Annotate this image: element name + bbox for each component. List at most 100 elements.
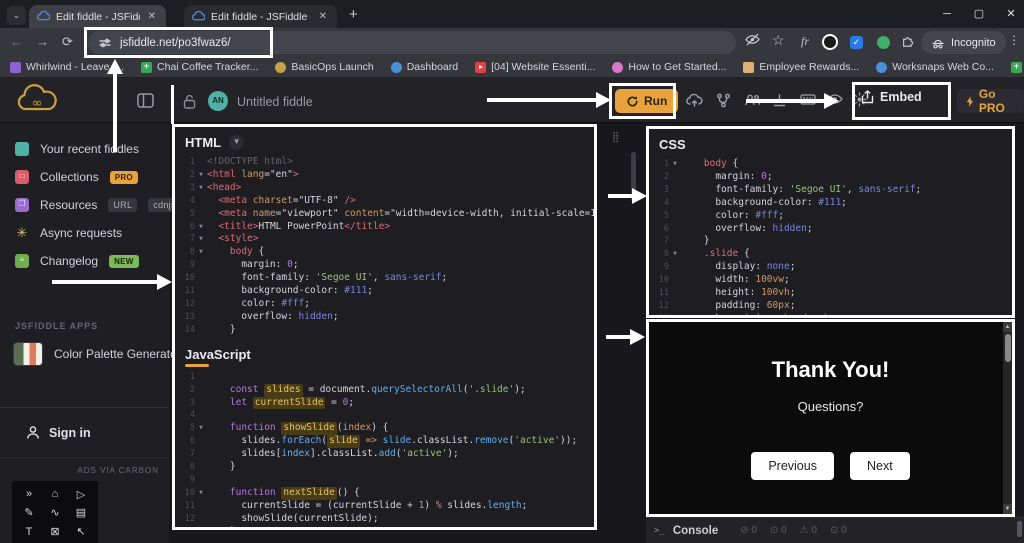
code-line[interactable]: 2 margin: 0; [649, 171, 1012, 184]
carbon-ad[interactable]: »⌂▷✎∿▤T⊠↖ [12, 481, 98, 543]
window-minimize-button[interactable]: ─ [932, 0, 962, 28]
extension-green-icon[interactable] [877, 36, 890, 49]
code-line[interactable]: 10 width: 100vw; [649, 274, 1012, 287]
url-text[interactable]: jsfiddle.net/po3fwaz6/ [120, 37, 231, 49]
forward-icon[interactable]: → [36, 34, 49, 49]
code-line[interactable]: 5 color: #fff; [649, 210, 1012, 223]
new-tab-button[interactable]: + [349, 6, 358, 23]
scroll-down-icon[interactable]: ▼ [1003, 504, 1012, 514]
code-line[interactable]: 1 [175, 371, 595, 384]
sidebar-item-recent[interactable]: Your recent fiddles [0, 135, 169, 163]
bookmark-item[interactable]: Chai Coffee Tracker... [141, 61, 258, 73]
window-close-button[interactable]: ✕ [996, 0, 1024, 28]
fold-marker-icon[interactable]: ▾ [195, 182, 207, 195]
bookmark-item[interactable]: Worksnaps Web Co... [876, 61, 994, 73]
sidebar-item-collections[interactable]: CollectionsPRO [0, 163, 169, 191]
code-line[interactable]: 3 font-family: 'Segoe UI', sans-serif; [649, 184, 1012, 197]
page-scrollbar-thumb[interactable] [1017, 521, 1022, 537]
fold-marker-icon[interactable]: ▾ [195, 246, 207, 259]
extension-ring-icon[interactable] [822, 34, 838, 50]
code-line[interactable]: 12 showSlide(currentSlide); [175, 513, 595, 526]
fold-marker-icon[interactable]: ▾ [195, 169, 207, 182]
site-controls-icon[interactable] [98, 36, 112, 50]
code-line[interactable]: 1▾ body { [649, 158, 1012, 171]
tab-close-icon[interactable]: ✕ [317, 11, 329, 22]
code-line[interactable]: 6▾ <title>HTML PowerPoint</title> [175, 221, 595, 234]
console-count-info[interactable]: ⊙ 0 [770, 525, 787, 536]
run-button[interactable]: Run [615, 89, 678, 113]
code-line[interactable]: 13 box-sizing: border-box; [649, 313, 1012, 315]
preview-eye-icon[interactable] [827, 93, 843, 105]
next-button[interactable]: Next [850, 452, 910, 480]
fold-marker-icon[interactable]: ▾ [669, 158, 681, 171]
code-line[interactable]: 8▾ body { [175, 246, 595, 259]
previous-button[interactable]: Previous [751, 452, 834, 480]
sidebar-item-async[interactable]: Async requests [0, 219, 169, 247]
chevron-down-icon[interactable]: ▼ [229, 135, 244, 150]
sidebar-item-resources[interactable]: ResourcesURLcdnjs [0, 191, 169, 219]
code-line[interactable]: 11 background-color: #111; [175, 285, 595, 298]
address-bar[interactable]: jsfiddle.net/po3fwaz6/ [88, 31, 736, 54]
fold-marker-icon[interactable]: ▾ [195, 487, 207, 500]
css-code-editor[interactable]: 1▾ body {2 margin: 0;3 font-family: 'Seg… [649, 158, 1012, 315]
code-line[interactable]: 3▾<head> [175, 182, 595, 195]
code-line[interactable]: 14 } [175, 324, 595, 337]
cloud-save-icon[interactable] [686, 93, 703, 108]
js-code-editor[interactable]: 1 2 const slides = document.querySelecto… [175, 371, 595, 528]
console-bar[interactable]: >_ Console ⊘ 0⊙ 0⚠ 0⊙ 0 [646, 517, 1024, 543]
code-line[interactable]: 4 <meta charset="UTF-8" /> [175, 195, 595, 208]
code-line[interactable]: 1<!DOCTYPE html> [175, 156, 595, 169]
fiddle-title[interactable]: Untitled fiddle [237, 95, 313, 109]
code-line[interactable]: 6 overflow: hidden; [649, 223, 1012, 236]
code-line[interactable]: 4 background-color: #111; [649, 197, 1012, 210]
code-line[interactable]: 9 [175, 474, 595, 487]
fold-marker-icon[interactable]: ▾ [669, 248, 681, 261]
console-label[interactable]: Console [673, 525, 718, 537]
code-line[interactable]: 13 } [175, 526, 595, 528]
result-scrollbar[interactable]: ▲ ▼ [1003, 322, 1012, 514]
code-line[interactable]: 12 padding: 60px; [649, 300, 1012, 313]
code-line[interactable]: 11 currentSlide = (currentSlide + 1) % s… [175, 500, 595, 513]
extension-fr-icon[interactable]: fr [801, 34, 809, 49]
extensions-puzzle-icon[interactable] [901, 34, 915, 48]
bookmark-item[interactable]: Dashboard [391, 61, 458, 73]
bookmark-item[interactable]: Sites Credential - G... [1011, 61, 1024, 73]
bookmark-item[interactable]: Whirlwind - Leave /... [10, 61, 124, 73]
code-line[interactable]: 3 let currentSlide = 0; [175, 397, 595, 410]
privacy-lock-icon[interactable] [183, 94, 196, 109]
bookmark-item[interactable]: How to Get Started... [612, 61, 726, 73]
bookmark-item[interactable]: BasicOps Launch [275, 61, 373, 73]
code-line[interactable]: 4 [175, 409, 595, 422]
code-line[interactable]: 7 slides[index].classList.add('active'); [175, 448, 595, 461]
scrollbar-thumb[interactable] [1005, 334, 1011, 362]
fold-marker-icon[interactable]: ▾ [195, 233, 207, 246]
code-line[interactable]: 9 display: none; [649, 261, 1012, 274]
collaborators-icon[interactable] [744, 93, 761, 107]
eye-off-icon[interactable] [745, 33, 760, 46]
editor-scrollbar[interactable] [631, 152, 636, 202]
scroll-up-icon[interactable]: ▲ [1003, 322, 1012, 332]
fold-marker-icon[interactable]: ▾ [195, 422, 207, 435]
code-line[interactable]: 7▾ <style> [175, 233, 595, 246]
code-line[interactable]: 5 <meta name="viewport" content="width=d… [175, 208, 595, 221]
go-pro-button[interactable]: Go PRO [957, 89, 1024, 113]
code-line[interactable]: 13 overflow: hidden; [175, 311, 595, 324]
code-line[interactable]: 8▾ .slide { [649, 248, 1012, 261]
jsfiddle-logo[interactable]: ∞ [15, 84, 60, 116]
browser-tab-1[interactable]: Edit fiddle - JSFiddle - Code Pla ✕ [29, 5, 166, 28]
fork-icon[interactable] [716, 93, 731, 108]
code-line[interactable]: 11 height: 100vh; [649, 287, 1012, 300]
console-count-warning[interactable]: ⚠ 0 [800, 525, 817, 536]
back-icon[interactable]: ← [10, 34, 23, 49]
avatar[interactable]: AN [208, 91, 228, 111]
reload-icon[interactable]: ⟳ [62, 34, 73, 50]
console-count-debug[interactable]: ⊙ 0 [830, 525, 847, 536]
sidebar-item-changelog[interactable]: ChangelogNEW [0, 247, 169, 275]
code-line[interactable]: 9 margin: 0; [175, 259, 595, 272]
extension-check-icon[interactable]: ✓ [850, 36, 863, 49]
embed-button[interactable]: Embed [861, 90, 922, 104]
html-code-editor[interactable]: 1<!DOCTYPE html>2▾<html lang="en">3▾<hea… [175, 156, 595, 337]
code-line[interactable]: 8 } [175, 461, 595, 474]
code-line[interactable]: 2▾<html lang="en"> [175, 169, 595, 182]
menu-dots-icon[interactable]: ⋮ [1008, 33, 1020, 47]
